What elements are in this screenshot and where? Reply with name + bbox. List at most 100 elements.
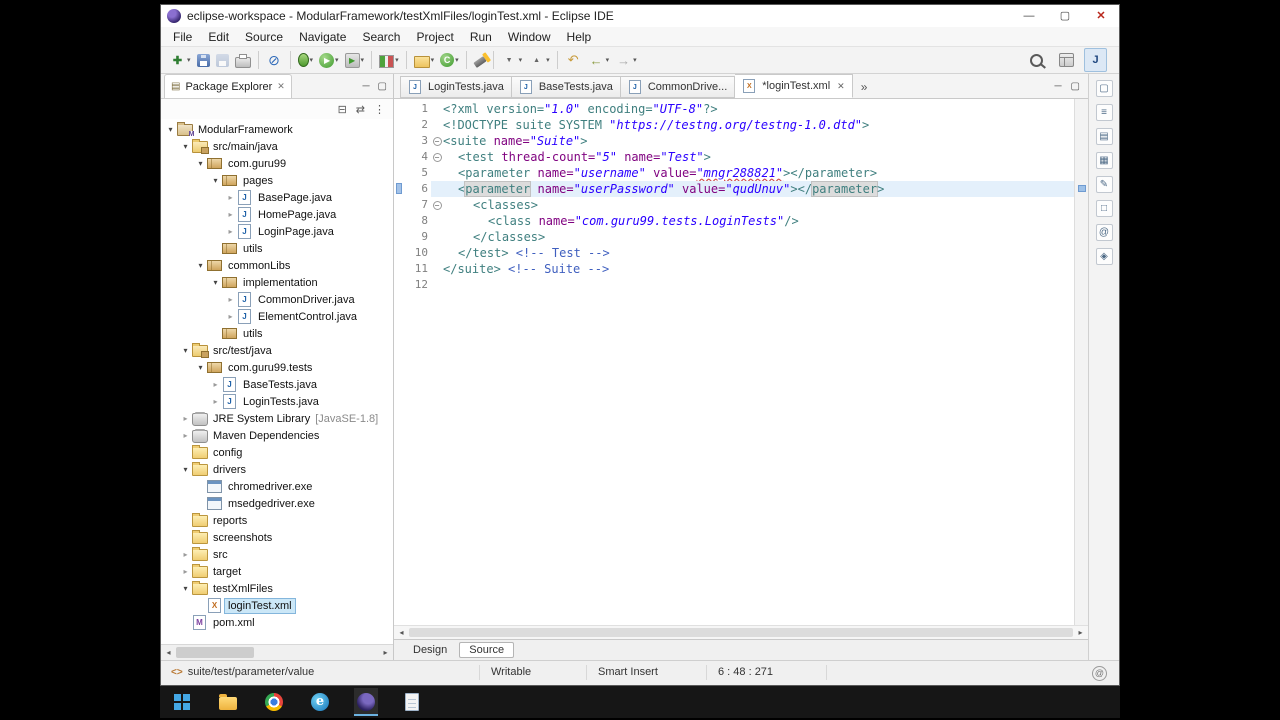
tree-item-target[interactable]: ▸ target [161,563,393,580]
close-button[interactable]: ✕ [1083,5,1119,27]
run-external-tools-button-menu-icon[interactable]: ▾ [361,56,365,64]
tree-item-src-test-java[interactable]: ▾ src/test/java [161,342,393,359]
run-button-menu-icon[interactable]: ▾ [335,56,339,64]
tree-item-basepage-java[interactable]: ▸ J BasePage.java [161,189,393,206]
tree-item-logintest-xml[interactable]: XloginTest.xml [161,597,393,614]
expand-arrow-icon[interactable]: ▾ [180,465,191,474]
tree-item-elementcontrol-java[interactable]: ▸ J ElementControl.java [161,308,393,325]
package-explorer-tab[interactable]: ▤ Package Explorer ✕ [164,74,292,98]
code-line-8[interactable]: 8 <class name="com.guru99.tests.LoginTest… [394,213,1074,229]
code-line-1[interactable]: 1 <?xml version="1.0" encoding="UTF-8"?> [394,101,1074,117]
collapse-fold-icon[interactable]: − [432,152,442,162]
previous-annotation-button[interactable]: ▲ ▾ [526,49,552,71]
save-button[interactable] [195,49,212,71]
scroll-thumb[interactable] [176,647,254,658]
line-number[interactable]: 10 [404,245,431,261]
line-number[interactable]: 2 [404,117,431,133]
code-line-11[interactable]: 11 </suite> <!-- Suite --> [394,261,1074,277]
menu-edit[interactable]: Edit [200,30,237,44]
file-explorer-button[interactable] [216,688,240,716]
editor-vertical-scrollbar[interactable] [1074,99,1088,625]
code-line-9[interactable]: 9 </classes> [394,229,1074,245]
line-number[interactable]: 3 [404,133,431,149]
tree-item-config[interactable]: config [161,444,393,461]
code-line-2[interactable]: 2 <!DOCTYPE suite SYSTEM "https://testng.… [394,117,1074,133]
collapse-all-button[interactable]: ⊟ [338,103,347,116]
scroll-thumb[interactable] [409,628,1073,637]
link-with-editor-button[interactable]: ⇄ [356,103,365,116]
close-view-icon[interactable]: ✕ [277,81,285,92]
eclipse-button[interactable] [354,688,378,716]
expand-arrow-icon[interactable]: ▾ [195,261,206,270]
expand-arrow-icon[interactable]: ▾ [210,278,221,287]
start-button[interactable] [170,688,194,716]
collapse-fold-icon[interactable]: − [432,200,442,210]
menu-file[interactable]: File [165,30,200,44]
menu-source[interactable]: Source [237,30,291,44]
code-line-10[interactable]: 10 </test> <!-- Test --> [394,245,1074,261]
tree-item-pages[interactable]: ▾ pages [161,172,393,189]
coverage-button-menu-icon[interactable]: ▾ [395,56,399,64]
menu-search[interactable]: Search [354,30,408,44]
next-annotation-button[interactable]: ▼ ▾ [499,49,525,71]
tree-item-reports[interactable]: reports [161,512,393,529]
editor-tab-commondrive[interactable]: J CommonDrive... [620,76,736,98]
open-search-button[interactable] [472,49,488,71]
tree-item-src[interactable]: ▸ src [161,546,393,563]
minimize-view-icon[interactable]: ─ [362,81,369,92]
line-number[interactable]: 6 [404,181,431,197]
coverage-button[interactable]: ▾ [377,49,401,71]
tree-item-loginpage-java[interactable]: ▸ J LoginPage.java [161,223,393,240]
expand-arrow-icon[interactable]: ▸ [225,295,236,304]
tree-item-homepage-java[interactable]: ▸ J HomePage.java [161,206,393,223]
tree-item-msedgedriver-exe[interactable]: msedgedriver.exe [161,495,393,512]
forward-button[interactable]: → ▾ [613,49,639,71]
tree-item-utils[interactable]: utils [161,240,393,257]
debug-button-menu-icon[interactable]: ▾ [310,56,314,64]
expand-arrow-icon[interactable]: ▾ [195,159,206,168]
minimized-view-icon-1[interactable]: ▢ [1095,80,1113,97]
tree-item-jre-system-library[interactable]: ▸ JRE System Library [JavaSE-1.8] [161,410,393,427]
close-tab-icon[interactable]: ✕ [837,81,845,92]
tree-item-commondriver-java[interactable]: ▸ J CommonDriver.java [161,291,393,308]
scroll-track[interactable] [409,627,1073,638]
expand-arrow-icon[interactable]: ▸ [180,414,191,423]
menu-help[interactable]: Help [559,30,600,44]
collapse-fold-icon[interactable]: − [432,136,442,146]
maximize-button[interactable]: ▢ [1047,5,1083,27]
code-line-7[interactable]: 7− <classes> [394,197,1074,213]
line-number[interactable]: 1 [404,101,431,117]
menu-navigate[interactable]: Navigate [291,30,354,44]
minimized-view-icon-4[interactable]: ▦ [1095,152,1113,169]
new-java-project-button[interactable]: ▾ [412,49,437,71]
tree-item-implementation[interactable]: ▾ implementation [161,274,393,291]
tree-item-testxmlfiles[interactable]: ▾ testXmlFiles [161,580,393,597]
new-wizard-button[interactable]: ✚ ▾ [167,49,193,71]
view-menu-button[interactable]: ⋮ [374,103,385,116]
chrome-button[interactable] [262,688,286,716]
previous-annotation-button-menu-icon[interactable]: ▾ [546,56,550,64]
tree-item-com-guru99-tests[interactable]: ▾ com.guru99.tests [161,359,393,376]
new-class-button[interactable]: C ▾ [438,49,461,71]
back-button-menu-icon[interactable]: ▾ [606,56,610,64]
expand-arrow-icon[interactable]: ▾ [180,584,191,593]
tree-item-drivers[interactable]: ▾ drivers [161,461,393,478]
title-bar[interactable]: eclipse-workspace - ModularFramework/tes… [161,5,1119,27]
code-line-3[interactable]: 3− <suite name="Suite"> [394,133,1074,149]
expand-arrow-icon[interactable]: ▾ [165,125,176,134]
tree-item-src-main-java[interactable]: ▾ src/main/java [161,138,393,155]
scroll-left-icon[interactable]: ◂ [394,628,409,637]
expand-arrow-icon[interactable]: ▸ [210,380,221,389]
scroll-right-icon[interactable]: ▸ [378,648,393,657]
minimized-view-icon-5[interactable]: ✎ [1095,176,1113,193]
minimize-editor-icon[interactable]: ─ [1054,81,1061,92]
skip-breakpoints-button[interactable]: ⊘ [264,49,285,71]
scroll-track[interactable] [176,646,378,659]
menu-run[interactable]: Run [462,30,500,44]
tree-item-screenshots[interactable]: screenshots [161,529,393,546]
tree-item-logintests-java[interactable]: ▸ J LoginTests.java [161,393,393,410]
open-perspective-button[interactable] [1057,49,1076,71]
notifications-icon[interactable]: @ [1092,666,1107,681]
edge-button[interactable]: e [308,688,332,716]
run-button[interactable]: ▶ ▾ [317,49,341,71]
